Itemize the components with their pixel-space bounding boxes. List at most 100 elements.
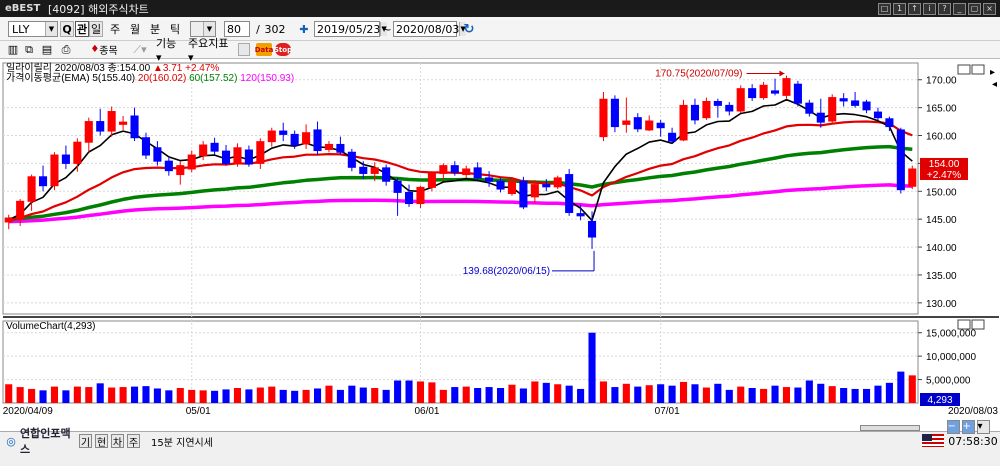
window-btn-up[interactable]: ↑ [908,2,921,15]
candle-body[interactable] [725,104,734,112]
candle-body[interactable] [38,176,48,187]
candle-body[interactable] [862,101,871,111]
candle-body[interactable] [828,97,837,122]
volume-bar[interactable] [28,388,36,403]
volume-bar[interactable] [302,389,310,403]
candle-body[interactable] [61,154,70,164]
window-btn-close[interactable]: × [983,2,996,15]
volume-bar[interactable] [645,385,653,403]
candle-body[interactable] [645,120,654,131]
candle-body[interactable] [885,118,894,128]
candle-body[interactable] [610,98,619,128]
candle-body[interactable] [519,180,528,208]
status-btn-gi[interactable]: 기 [79,434,92,449]
candle-body[interactable] [199,144,208,157]
volume-bar[interactable] [611,387,619,403]
candle-body[interactable] [485,177,494,182]
volume-bar[interactable] [359,387,367,403]
volume-bar[interactable] [451,387,459,403]
price-panel-maximize-icon[interactable] [957,64,971,75]
candle-body[interactable] [393,180,402,193]
panel-scroll-icon[interactable]: ◂ [992,79,997,90]
candle-body[interactable] [16,200,25,220]
candle-body[interactable] [313,129,322,152]
candle-body[interactable] [839,98,848,102]
candle-body[interactable] [633,117,642,130]
candle-body[interactable] [450,165,459,173]
candle-body[interactable] [439,165,448,174]
volume-bar[interactable] [840,388,848,403]
indicator-menu[interactable]: 주요지표 ▾ [188,37,236,64]
candle-body[interactable] [141,137,151,156]
candle-body[interactable] [290,133,299,146]
volume-bar[interactable] [268,386,276,403]
item-select[interactable]: ♦ 종목 [84,42,124,57]
candle-body[interactable] [107,111,116,132]
volume-bar[interactable] [222,389,230,403]
chart-type-icon[interactable]: ▥ [6,42,20,57]
volume-bar[interactable] [885,382,893,403]
candle-body[interactable] [668,132,677,142]
volume-bar[interactable] [897,371,905,403]
stop-icon[interactable]: Stop [274,43,292,56]
volume-bar[interactable] [496,388,505,403]
volume-bar[interactable] [142,386,150,403]
volume-bar[interactable] [279,389,287,403]
candle-body[interactable] [793,83,802,104]
volume-bar[interactable] [691,384,699,403]
candle-body[interactable] [404,191,414,205]
volume-panel-close-icon[interactable] [971,319,985,330]
candle-body[interactable] [496,180,505,190]
volume-bar[interactable] [233,388,242,403]
candle-body[interactable] [702,100,711,119]
date-from-field[interactable]: 2019/05/23 ▼ [314,21,387,37]
volume-bar[interactable] [382,389,390,403]
candle-body[interactable] [324,143,334,150]
volume-bar[interactable] [439,389,447,403]
candle-body[interactable] [713,100,722,106]
candle-body[interactable] [267,130,276,143]
candle-body[interactable] [816,112,825,123]
candle-body[interactable] [427,172,436,188]
candle-body[interactable] [4,217,13,223]
candle-body[interactable] [770,90,780,94]
candle-body[interactable] [302,132,311,145]
volume-bar[interactable] [325,385,333,403]
volume-bar[interactable] [668,385,676,403]
candle-body[interactable] [782,78,791,96]
save-icon[interactable]: ▤ [40,42,54,57]
candle-body[interactable] [244,149,253,165]
candle-body[interactable] [622,120,631,125]
candle-body[interactable] [256,141,265,164]
refresh-icon[interactable]: ↻ [461,21,477,37]
volume-bar[interactable] [176,388,184,403]
volume-bar[interactable] [874,385,882,403]
candle-body[interactable] [164,160,173,172]
volume-bar[interactable] [199,390,207,403]
window-btn-info[interactable]: i [923,2,936,15]
window-btn-screen[interactable]: □ [878,2,891,15]
candle-body[interactable] [759,84,768,99]
window-btn-one[interactable]: 1 [893,2,906,15]
candle-body[interactable] [896,129,905,191]
candle-body[interactable] [908,168,917,187]
volume-bar[interactable] [599,381,608,403]
volume-bar[interactable] [771,385,779,403]
copy-icon[interactable]: ⧉ [22,42,36,57]
volume-bar[interactable] [73,386,81,403]
status-btn-cha[interactable]: 차 [111,434,124,449]
candle-body[interactable] [565,174,574,213]
volume-bar[interactable] [634,386,642,403]
volume-bar[interactable] [508,384,516,403]
volume-bar[interactable] [405,380,413,403]
volume-bar[interactable] [725,389,733,403]
candle-body[interactable] [576,213,585,217]
chart-area[interactable]: 170.00165.00160.00155.00150.00145.00140.… [0,59,1000,431]
volume-bar[interactable] [108,387,116,403]
candle-body[interactable] [736,88,745,112]
volume-panel-maximize-icon[interactable] [957,319,971,330]
volume-bar[interactable] [737,386,745,403]
volume-bar[interactable] [16,387,24,403]
candle-body[interactable] [119,121,128,125]
volume-bar[interactable] [474,388,482,403]
